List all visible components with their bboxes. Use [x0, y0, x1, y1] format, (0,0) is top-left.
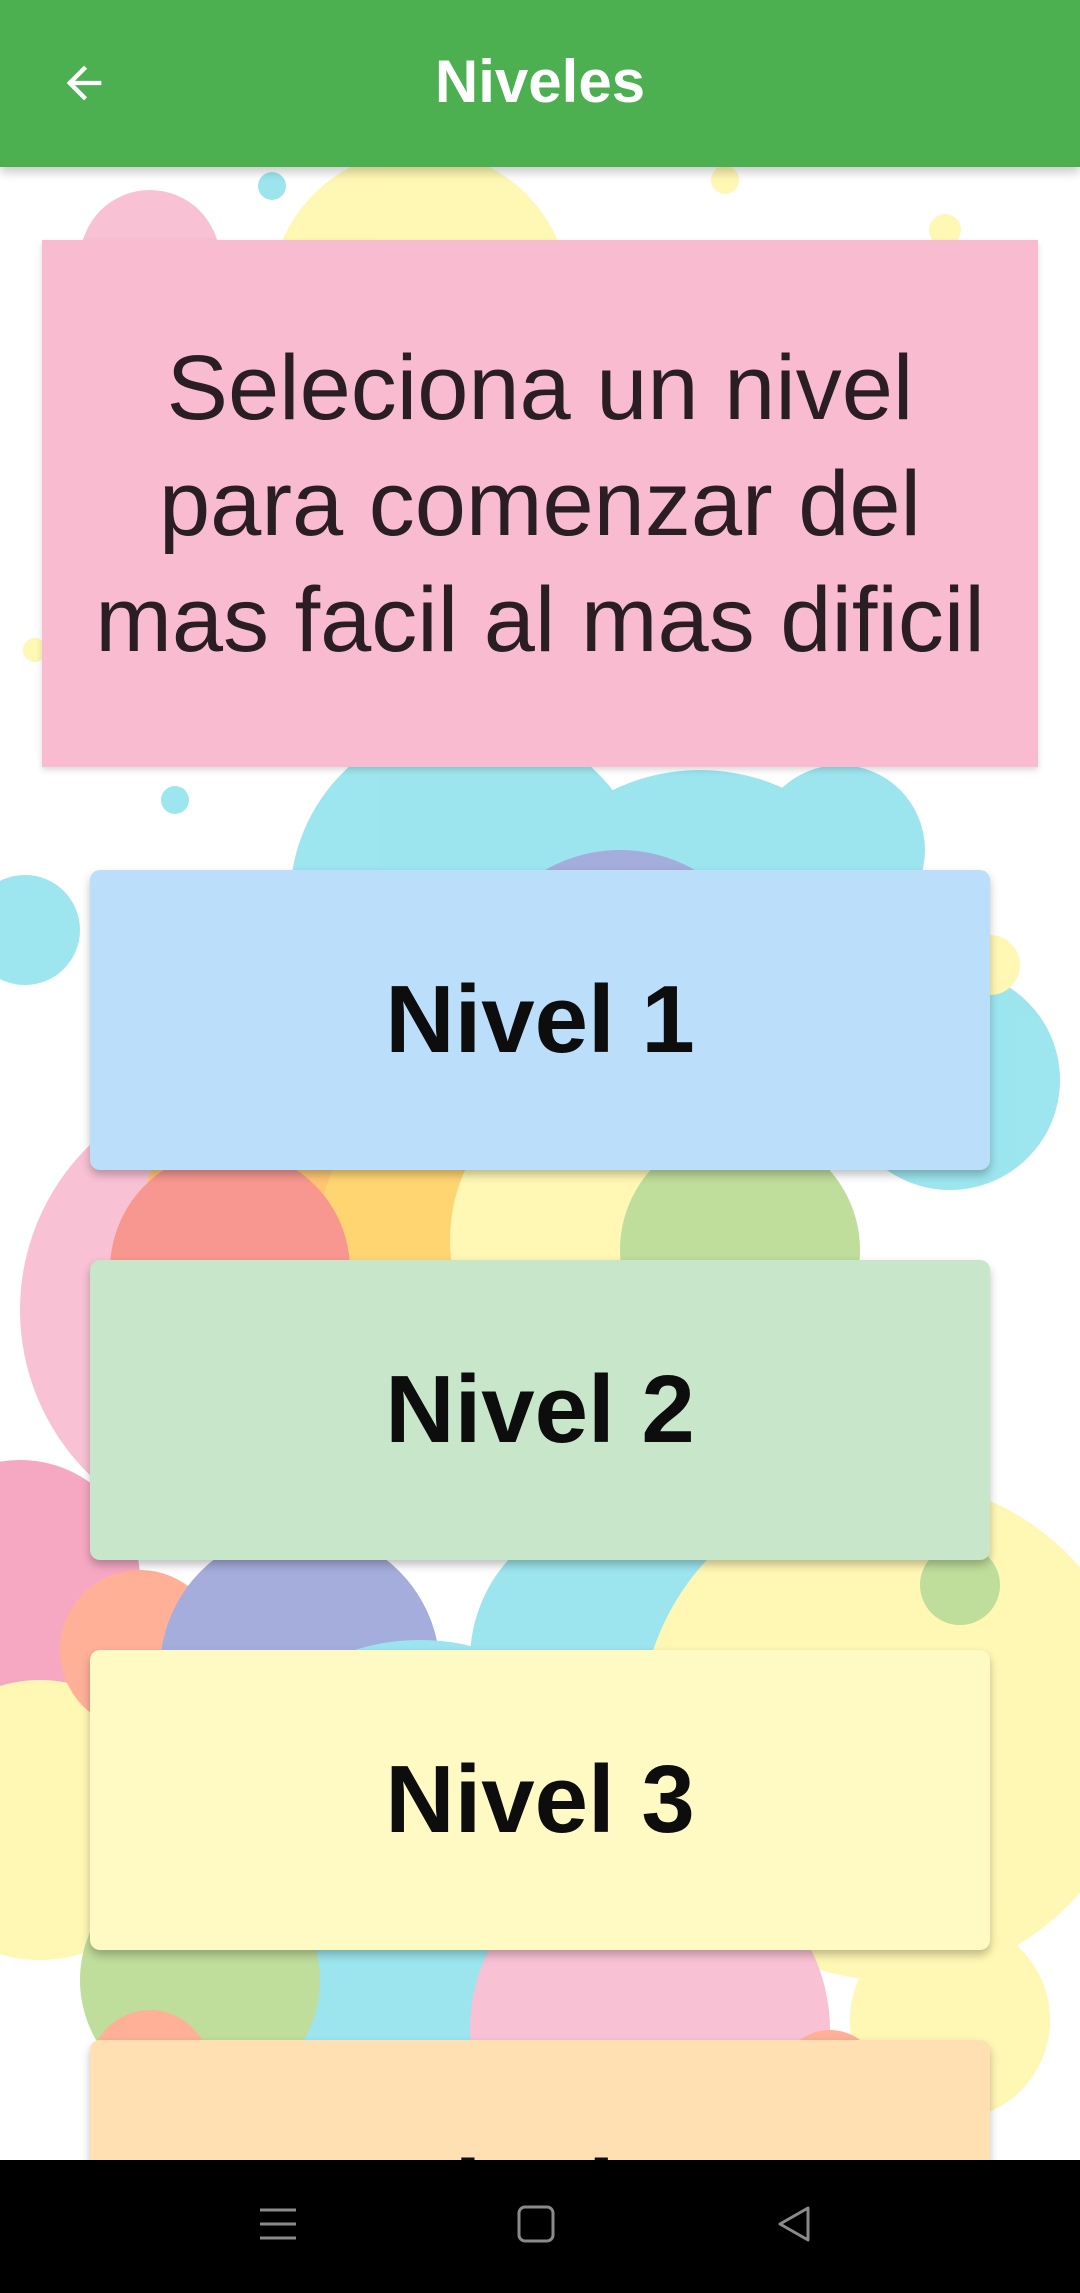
back-triangle-icon: [774, 2204, 814, 2249]
level-2-label: Nivel 2: [385, 1356, 695, 1463]
nav-menu-button[interactable]: [236, 2186, 320, 2266]
home-icon: [516, 2204, 556, 2249]
menu-icon: [256, 2204, 300, 2249]
level-1-label: Nivel 1: [385, 966, 695, 1073]
app-bar: Niveles: [0, 0, 1080, 167]
level-2-button[interactable]: Nivel 2: [90, 1260, 990, 1560]
nav-back-button[interactable]: [752, 2186, 836, 2266]
levels-screen: Niveles Seleciona un nivel para comenzar…: [0, 0, 1080, 2293]
system-nav-bar: [0, 2160, 1080, 2293]
level-3-label: Nivel 3: [385, 1746, 695, 1853]
level-1-button[interactable]: Nivel 1: [90, 870, 990, 1170]
instruction-card: Seleciona un nivel para comenzar del mas…: [42, 240, 1038, 767]
page-title: Niveles: [434, 48, 646, 115]
instruction-text: Seleciona un nivel para comenzar del mas…: [95, 336, 985, 671]
level-3-button[interactable]: Nivel 3: [90, 1650, 990, 1950]
back-button[interactable]: [40, 43, 128, 127]
nav-home-button[interactable]: [494, 2186, 578, 2266]
arrow-back-icon: [58, 57, 110, 114]
